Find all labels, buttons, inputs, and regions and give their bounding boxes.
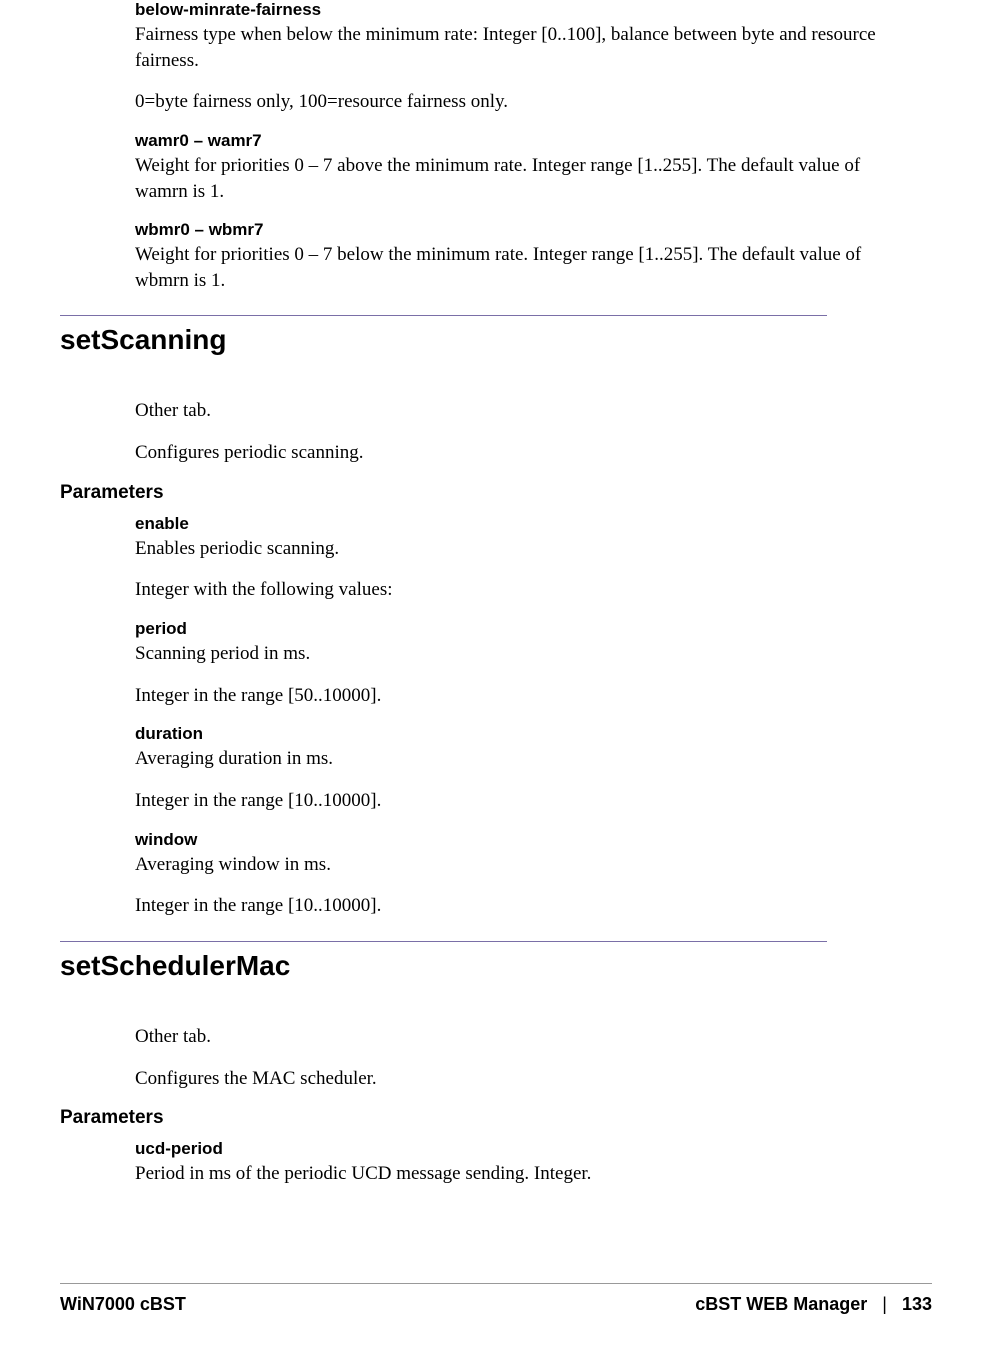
footer-sep: | — [872, 1294, 897, 1314]
param-name: window — [135, 830, 902, 850]
parameters-label: Parameters — [60, 482, 902, 504]
param-note: 0=byte fairness only, 100=resource fairn… — [135, 89, 902, 115]
param-name: ucd-period — [135, 1139, 902, 1159]
param-note: Integer in the range [50..10000]. — [135, 683, 902, 709]
param-desc: Weight for priorities 0 – 7 below the mi… — [135, 242, 902, 293]
page: below-minrate-fairness Fairness type whe… — [0, 0, 992, 1367]
param-desc: Averaging duration in ms. — [135, 746, 902, 772]
param-note: Integer in the range [10..10000]. — [135, 788, 902, 814]
footer-left: WiN7000 cBST — [60, 1294, 186, 1315]
section-heading-setschedulermac: setSchedulerMac — [60, 942, 902, 992]
param-name: period — [135, 619, 902, 639]
param-note: Integer in the range [10..10000]. — [135, 893, 902, 919]
param-name: enable — [135, 514, 902, 534]
section-desc: Configures periodic scanning. — [135, 440, 902, 466]
page-footer: WiN7000 cBST cBST WEB Manager | 133 — [60, 1283, 932, 1315]
param-name: wamr0 – wamr7 — [135, 131, 902, 151]
param-note: Integer with the following values: — [135, 577, 902, 603]
section-heading-setscanning: setScanning — [60, 316, 902, 366]
param-name: wbmr0 – wbmr7 — [135, 220, 902, 240]
parameters-label: Parameters — [60, 1107, 902, 1129]
content: below-minrate-fairness Fairness type whe… — [60, 0, 932, 1187]
footer-right: cBST WEB Manager | 133 — [695, 1294, 932, 1315]
param-desc: Scanning period in ms. — [135, 641, 902, 667]
param-name: below-minrate-fairness — [135, 0, 902, 20]
section-desc: Configures the MAC scheduler. — [135, 1066, 902, 1092]
footer-manager-label: cBST WEB Manager — [695, 1294, 867, 1314]
footer-divider — [60, 1283, 932, 1284]
param-name: duration — [135, 724, 902, 744]
footer-page-number: 133 — [902, 1294, 932, 1314]
param-desc: Period in ms of the periodic UCD message… — [135, 1161, 902, 1187]
param-desc: Averaging window in ms. — [135, 852, 902, 878]
section-tab: Other tab. — [135, 398, 902, 424]
param-desc: Enables periodic scanning. — [135, 536, 902, 562]
param-desc: Fairness type when below the minimum rat… — [135, 22, 902, 73]
section-tab: Other tab. — [135, 1024, 902, 1050]
param-desc: Weight for priorities 0 – 7 above the mi… — [135, 153, 902, 204]
